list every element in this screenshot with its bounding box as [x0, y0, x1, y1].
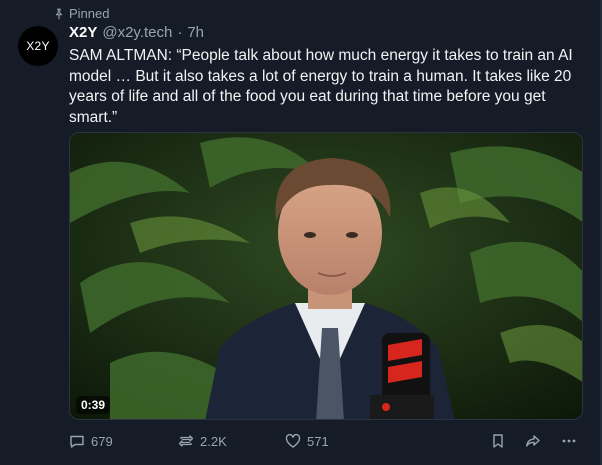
action-bar: 679 2.2K 571	[69, 430, 583, 452]
heart-icon	[285, 433, 301, 448]
video-thumbnail	[70, 133, 582, 419]
video-player[interactable]	[69, 132, 583, 420]
reply-icon	[70, 435, 84, 448]
more-icon	[562, 439, 576, 443]
pin-icon	[55, 8, 63, 19]
separator-dot: ·	[177, 24, 183, 41]
video-duration: 0:39	[76, 396, 111, 414]
repost-button[interactable]: 2.2K	[178, 430, 227, 452]
repost-count: 2.2K	[200, 433, 227, 449]
share-icon	[526, 435, 540, 447]
post[interactable]: Pinned X2Y X2Y @x2y.tech · 7h SAM ALTMAN…	[0, 0, 602, 465]
repost-icon	[178, 435, 194, 447]
bookmark-icon	[493, 434, 503, 448]
share-button[interactable]	[525, 430, 541, 452]
pinned-label: Pinned	[69, 6, 110, 21]
reply-button[interactable]: 679	[69, 430, 113, 452]
pinned-indicator: Pinned	[53, 6, 109, 21]
post-text: SAM ALTMAN: “People talk about how much …	[69, 47, 573, 126]
like-button[interactable]: 571	[285, 430, 329, 452]
post-header: X2Y @x2y.tech · 7h	[69, 24, 204, 41]
post-timestamp[interactable]: 7h	[187, 24, 204, 41]
like-count: 571	[307, 433, 329, 449]
more-options-button[interactable]	[561, 430, 577, 452]
author-handle[interactable]: @x2y.tech	[102, 24, 172, 41]
avatar[interactable]: X2Y	[18, 26, 58, 66]
reply-count: 679	[91, 433, 113, 449]
bookmark-button[interactable]	[490, 430, 506, 452]
display-name[interactable]: X2Y	[69, 24, 97, 41]
